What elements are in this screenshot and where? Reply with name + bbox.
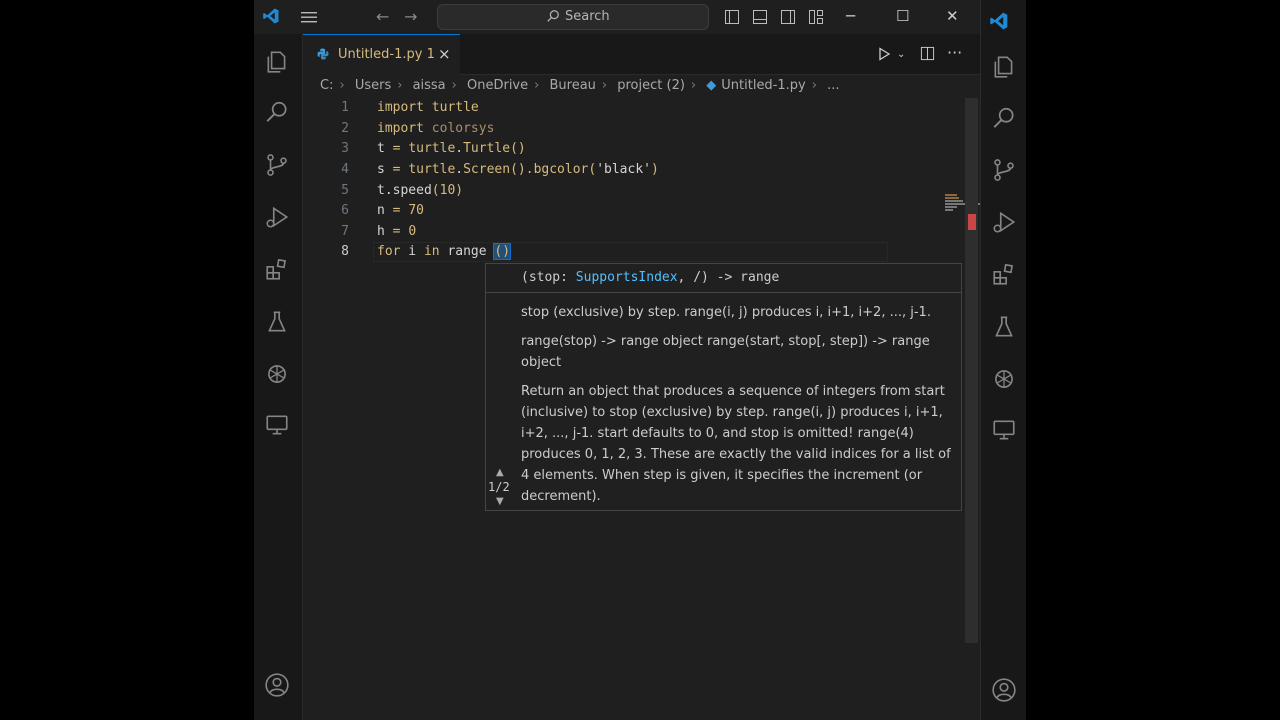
breadcrumb-item-onedrive[interactable]: OneDrive [467,78,528,93]
breadcrumb-item-file[interactable]: Untitled-1.py [721,78,805,93]
line-number: 2 [341,121,349,136]
doc-paragraph-1: stop (exclusive) by step. range(i, j) pr… [521,305,931,320]
signature-help-popup[interactable]: (stop: SupportsIndex, /) -> range stop (… [485,263,962,511]
accounts-icon[interactable] [264,672,290,698]
breadcrumb-item-drive[interactable]: C: [320,78,333,93]
toggle-primary-sidebar-icon[interactable] [724,9,740,25]
breadcrumb-chevron-icon: › [397,78,403,93]
run-options-chevron-icon[interactable]: ⌄ [897,49,905,60]
code-line-6: n = 70 [377,203,424,218]
breadcrumb-chevron-icon: › [534,78,540,93]
run-and-debug-icon[interactable] [264,204,290,230]
line-number: 7 [341,224,349,239]
editor-tabs: Untitled-1.py 1 × ⌄ ··· [303,34,980,75]
vscode-logo-icon [990,12,1008,30]
breadcrumb-chevron-icon: › [451,78,457,93]
signature-counter: 1/2 [488,480,510,494]
extensions-icon[interactable] [991,261,1017,287]
breadcrumb-item-bureau[interactable]: Bureau [549,78,595,93]
accounts-icon[interactable] [991,677,1017,703]
breadcrumb-chevron-icon: › [601,78,608,93]
line-number: 6 [341,203,349,218]
code-line-5: t.speed(10) [377,183,464,198]
line-number: 1 [341,100,349,115]
line-number: 4 [341,162,349,177]
maximize-icon[interactable]: ☐ [896,7,909,25]
line-number: 8 [341,244,349,259]
search-label: Search [565,9,610,24]
secondary-activity-bar [980,0,1026,720]
breadcrumb: C: › Users › aissa › OneDrive › Bureau › proj… [320,78,839,96]
breadcrumb-item-symbols[interactable]: ... [827,78,839,93]
code-line-2: import colorsys [377,121,495,136]
divider [486,292,961,293]
search-icon [547,10,559,22]
close-window-icon[interactable]: ✕ [946,7,959,25]
breadcrumb-chevron-icon: › [690,78,697,93]
extensions-icon[interactable] [264,256,290,282]
breadcrumb-chevron-icon: › [811,78,817,93]
testing-flask-icon[interactable] [264,309,290,335]
split-editor-icon[interactable] [920,46,935,61]
breadcrumb-chevron-icon: › [339,78,345,93]
code-line-8: for i in range () [377,243,512,260]
source-control-icon[interactable] [991,157,1017,183]
title-bar: ← → Search ─ ☐ ✕ [254,0,980,34]
doc-paragraph-3: Return an object that produces a sequenc… [521,384,951,504]
explorer-icon[interactable] [264,49,290,75]
breadcrumb-item-project[interactable]: project (2) [617,78,685,93]
breadcrumb-python-file-icon: ◆ [706,78,717,93]
selected-parentheses: () [493,243,512,260]
vscode-logo-icon [263,8,279,24]
code-line-7: h = 0 [377,224,417,239]
customize-layout-icon[interactable] [808,9,824,25]
tab-untitled-1[interactable]: Untitled-1.py 1 × [303,34,460,75]
vertical-scrollbar[interactable] [965,98,978,643]
search-view-icon[interactable] [264,99,290,125]
remote-explorer-icon[interactable] [991,417,1017,443]
minimize-icon[interactable]: ─ [846,7,855,25]
breadcrumb-item-users[interactable]: Users [355,78,391,93]
error-scroll-marker [968,214,976,230]
chatgpt-icon[interactable] [991,366,1017,392]
command-center-search[interactable]: Search [437,4,709,30]
code-line-1: import turtle [377,100,479,115]
more-actions-icon[interactable]: ··· [947,43,962,62]
toggle-secondary-sidebar-icon[interactable] [780,9,796,25]
chatgpt-icon[interactable] [264,361,290,387]
tab-label: Untitled-1.py 1 [338,47,435,62]
code-line-3: t = turtle.Turtle() [377,141,526,156]
hamburger-menu-icon[interactable] [300,9,318,25]
python-file-icon [317,48,329,60]
testing-flask-icon[interactable] [991,314,1017,340]
tab-close-button[interactable]: × [438,45,451,63]
vscode-window: ← → Search ─ ☐ ✕ Untitled-1.py 1 × ⌄ ···… [254,0,1026,720]
toggle-panel-icon[interactable] [752,9,768,25]
back-arrow-icon[interactable]: ← [376,7,389,26]
code-line-4: s = turtle.Screen().bgcolor('black') [377,162,659,177]
run-python-file-icon[interactable] [877,47,891,61]
remote-explorer-icon[interactable] [264,412,290,438]
breadcrumb-item-aissa[interactable]: aissa [413,78,446,93]
signature: (stop: SupportsIndex, /) -> range [521,270,780,285]
previous-signature-chevron-icon[interactable]: ▲ [496,467,504,478]
line-number: 3 [341,141,349,156]
forward-arrow-icon[interactable]: → [404,7,417,26]
doc-paragraph-2: range(stop) -> range object range(start,… [521,334,930,370]
activity-bar [254,34,303,720]
search-view-icon[interactable] [991,105,1017,131]
explorer-icon[interactable] [991,54,1017,80]
run-and-debug-icon[interactable] [991,209,1017,235]
next-signature-chevron-icon[interactable]: ▼ [496,496,504,507]
source-control-icon[interactable] [264,152,290,178]
line-number: 5 [341,183,349,198]
